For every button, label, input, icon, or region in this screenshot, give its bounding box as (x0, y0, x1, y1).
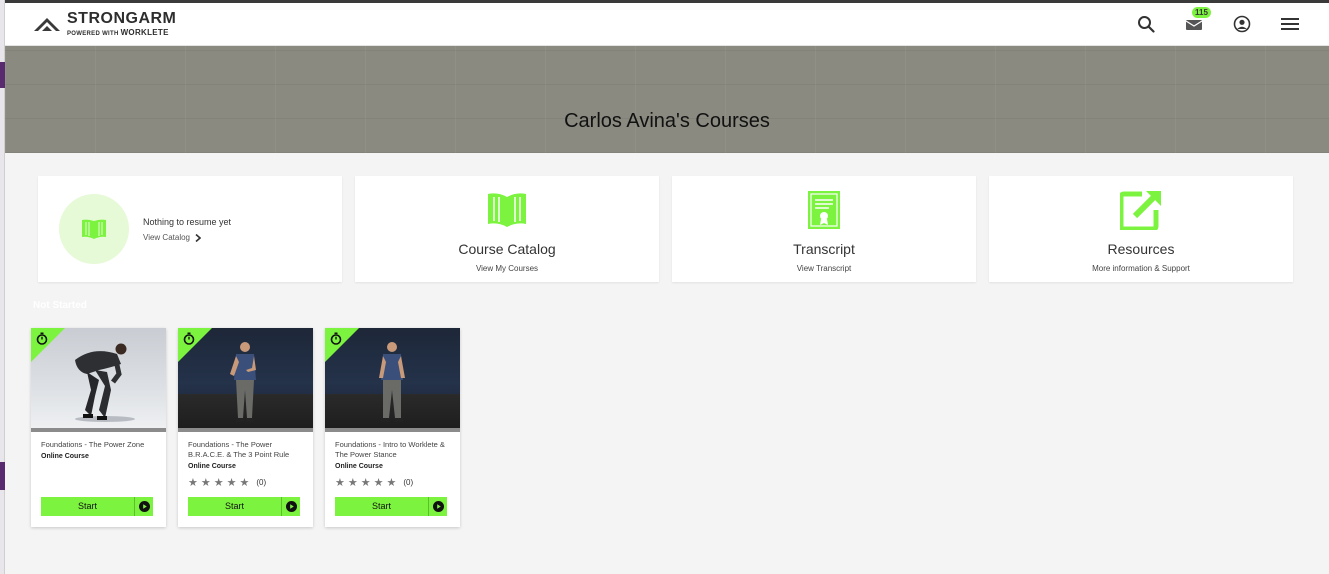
star-icon[interactable]: ★ (188, 476, 198, 489)
strongarm-logo[interactable]: STRONGARM POWERED WITH WORKLETE (33, 11, 176, 37)
more-information-link[interactable]: More information & Support (1092, 264, 1190, 273)
start-button[interactable]: Start (335, 497, 447, 516)
view-transcript-link[interactable]: View Transcript (797, 264, 852, 273)
hamburger-menu-icon[interactable] (1279, 13, 1301, 35)
resume-tile: Nothing to resume yet View Catalog (38, 176, 342, 282)
logo-sub-brand: WORKLETE (120, 28, 169, 37)
open-book-icon (486, 190, 528, 230)
star-icon[interactable]: ★ (335, 476, 345, 489)
course-title[interactable]: Foundations - The Power Zone (41, 440, 156, 450)
logo-main-text: STRONGARM (67, 10, 177, 27)
resources-tile[interactable]: Resources More information & Support (989, 176, 1293, 282)
play-icon (135, 501, 153, 512)
stopwatch-icon (36, 332, 48, 350)
transcript-title: Transcript (793, 241, 855, 257)
view-catalog-label: View Catalog (143, 233, 190, 242)
play-icon (282, 501, 300, 512)
dashboard-tiles: Nothing to resume yet View Catalog Cours… (38, 176, 1293, 282)
course-thumbnail[interactable] (325, 328, 460, 428)
logo-sub-text: POWERED WITH WORKLETE (67, 28, 176, 38)
start-button[interactable]: Start (188, 497, 300, 516)
star-icon[interactable]: ★ (374, 476, 384, 489)
resources-title: Resources (1107, 241, 1175, 257)
course-thumbnail[interactable] (31, 328, 166, 428)
course-card[interactable]: Foundations - The Power B.R.A.C.E. & The… (178, 328, 313, 527)
course-title[interactable]: Foundations - Intro to Worklete & The Po… (335, 440, 450, 460)
stopwatch-icon (183, 332, 195, 350)
logo-chevron-icon (33, 15, 61, 33)
star-icon[interactable]: ★ (348, 476, 358, 489)
view-my-courses-link[interactable]: View My Courses (476, 264, 538, 273)
star-icon[interactable]: ★ (361, 476, 371, 489)
person-standing-figure (230, 342, 256, 422)
resume-book-icon (59, 194, 129, 264)
search-icon[interactable] (1135, 13, 1157, 35)
app-window: STRONGARM POWERED WITH WORKLETE 115 Carl… (5, 0, 1329, 574)
chevron-right-icon (195, 233, 201, 242)
external-link-icon (1120, 190, 1162, 230)
star-rating[interactable]: ★ ★ ★ ★ ★ (0) (188, 476, 303, 489)
start-button-label: Start (188, 497, 282, 516)
star-icon[interactable]: ★ (214, 476, 224, 489)
start-button-label: Start (335, 497, 429, 516)
star-icon[interactable]: ★ (387, 476, 397, 489)
header-actions: 115 (1135, 7, 1301, 35)
transcript-tile[interactable]: Transcript View Transcript (672, 176, 976, 282)
course-title[interactable]: Foundations - The Power B.R.A.C.E. & The… (188, 440, 303, 460)
user-account-icon[interactable] (1231, 13, 1253, 35)
star-icon[interactable]: ★ (227, 476, 237, 489)
stopwatch-icon (330, 332, 342, 350)
star-icon[interactable]: ★ (201, 476, 211, 489)
course-type: Online Course (335, 463, 383, 470)
course-thumbnail[interactable] (178, 328, 313, 428)
course-catalog-tile[interactable]: Course Catalog View My Courses (355, 176, 659, 282)
star-rating[interactable]: ★ ★ ★ ★ ★ (0) (335, 476, 450, 489)
course-cards: Foundations - The Power Zone Online Cour… (31, 328, 460, 527)
course-card-body: Foundations - The Power B.R.A.C.E. & The… (178, 432, 313, 489)
person-standing-figure (379, 342, 405, 422)
view-catalog-link[interactable]: View Catalog (143, 233, 231, 242)
notification-badge: 115 (1192, 7, 1211, 18)
certificate-icon (807, 190, 841, 230)
page-title: Carlos Avina's Courses (564, 110, 770, 132)
hero-banner: Carlos Avina's Courses (5, 46, 1329, 153)
logo-sub-prefix: POWERED WITH (67, 31, 119, 37)
course-card[interactable]: Foundations - The Power Zone Online Cour… (31, 328, 166, 527)
star-icon[interactable]: ★ (240, 476, 250, 489)
start-button-label: Start (41, 497, 135, 516)
rating-count: (0) (256, 478, 267, 487)
course-type: Online Course (188, 463, 236, 470)
course-catalog-title: Course Catalog (458, 241, 556, 257)
course-card-body: Foundations - Intro to Worklete & The Po… (325, 432, 460, 489)
person-bending-figure (75, 343, 135, 422)
messages-icon[interactable]: 115 (1183, 7, 1211, 35)
logo-text: STRONGARM POWERED WITH WORKLETE (67, 10, 177, 38)
top-header: STRONGARM POWERED WITH WORKLETE 115 (5, 3, 1329, 46)
resume-text: Nothing to resume yet View Catalog (143, 217, 231, 242)
course-card[interactable]: Foundations - Intro to Worklete & The Po… (325, 328, 460, 527)
course-type: Online Course (41, 453, 89, 460)
rating-count: (0) (403, 478, 414, 487)
course-card-body: Foundations - The Power Zone Online Cour… (31, 432, 166, 460)
start-button[interactable]: Start (41, 497, 153, 516)
section-label: Not Started (33, 300, 87, 311)
play-icon (429, 501, 447, 512)
resume-title: Nothing to resume yet (143, 217, 232, 227)
